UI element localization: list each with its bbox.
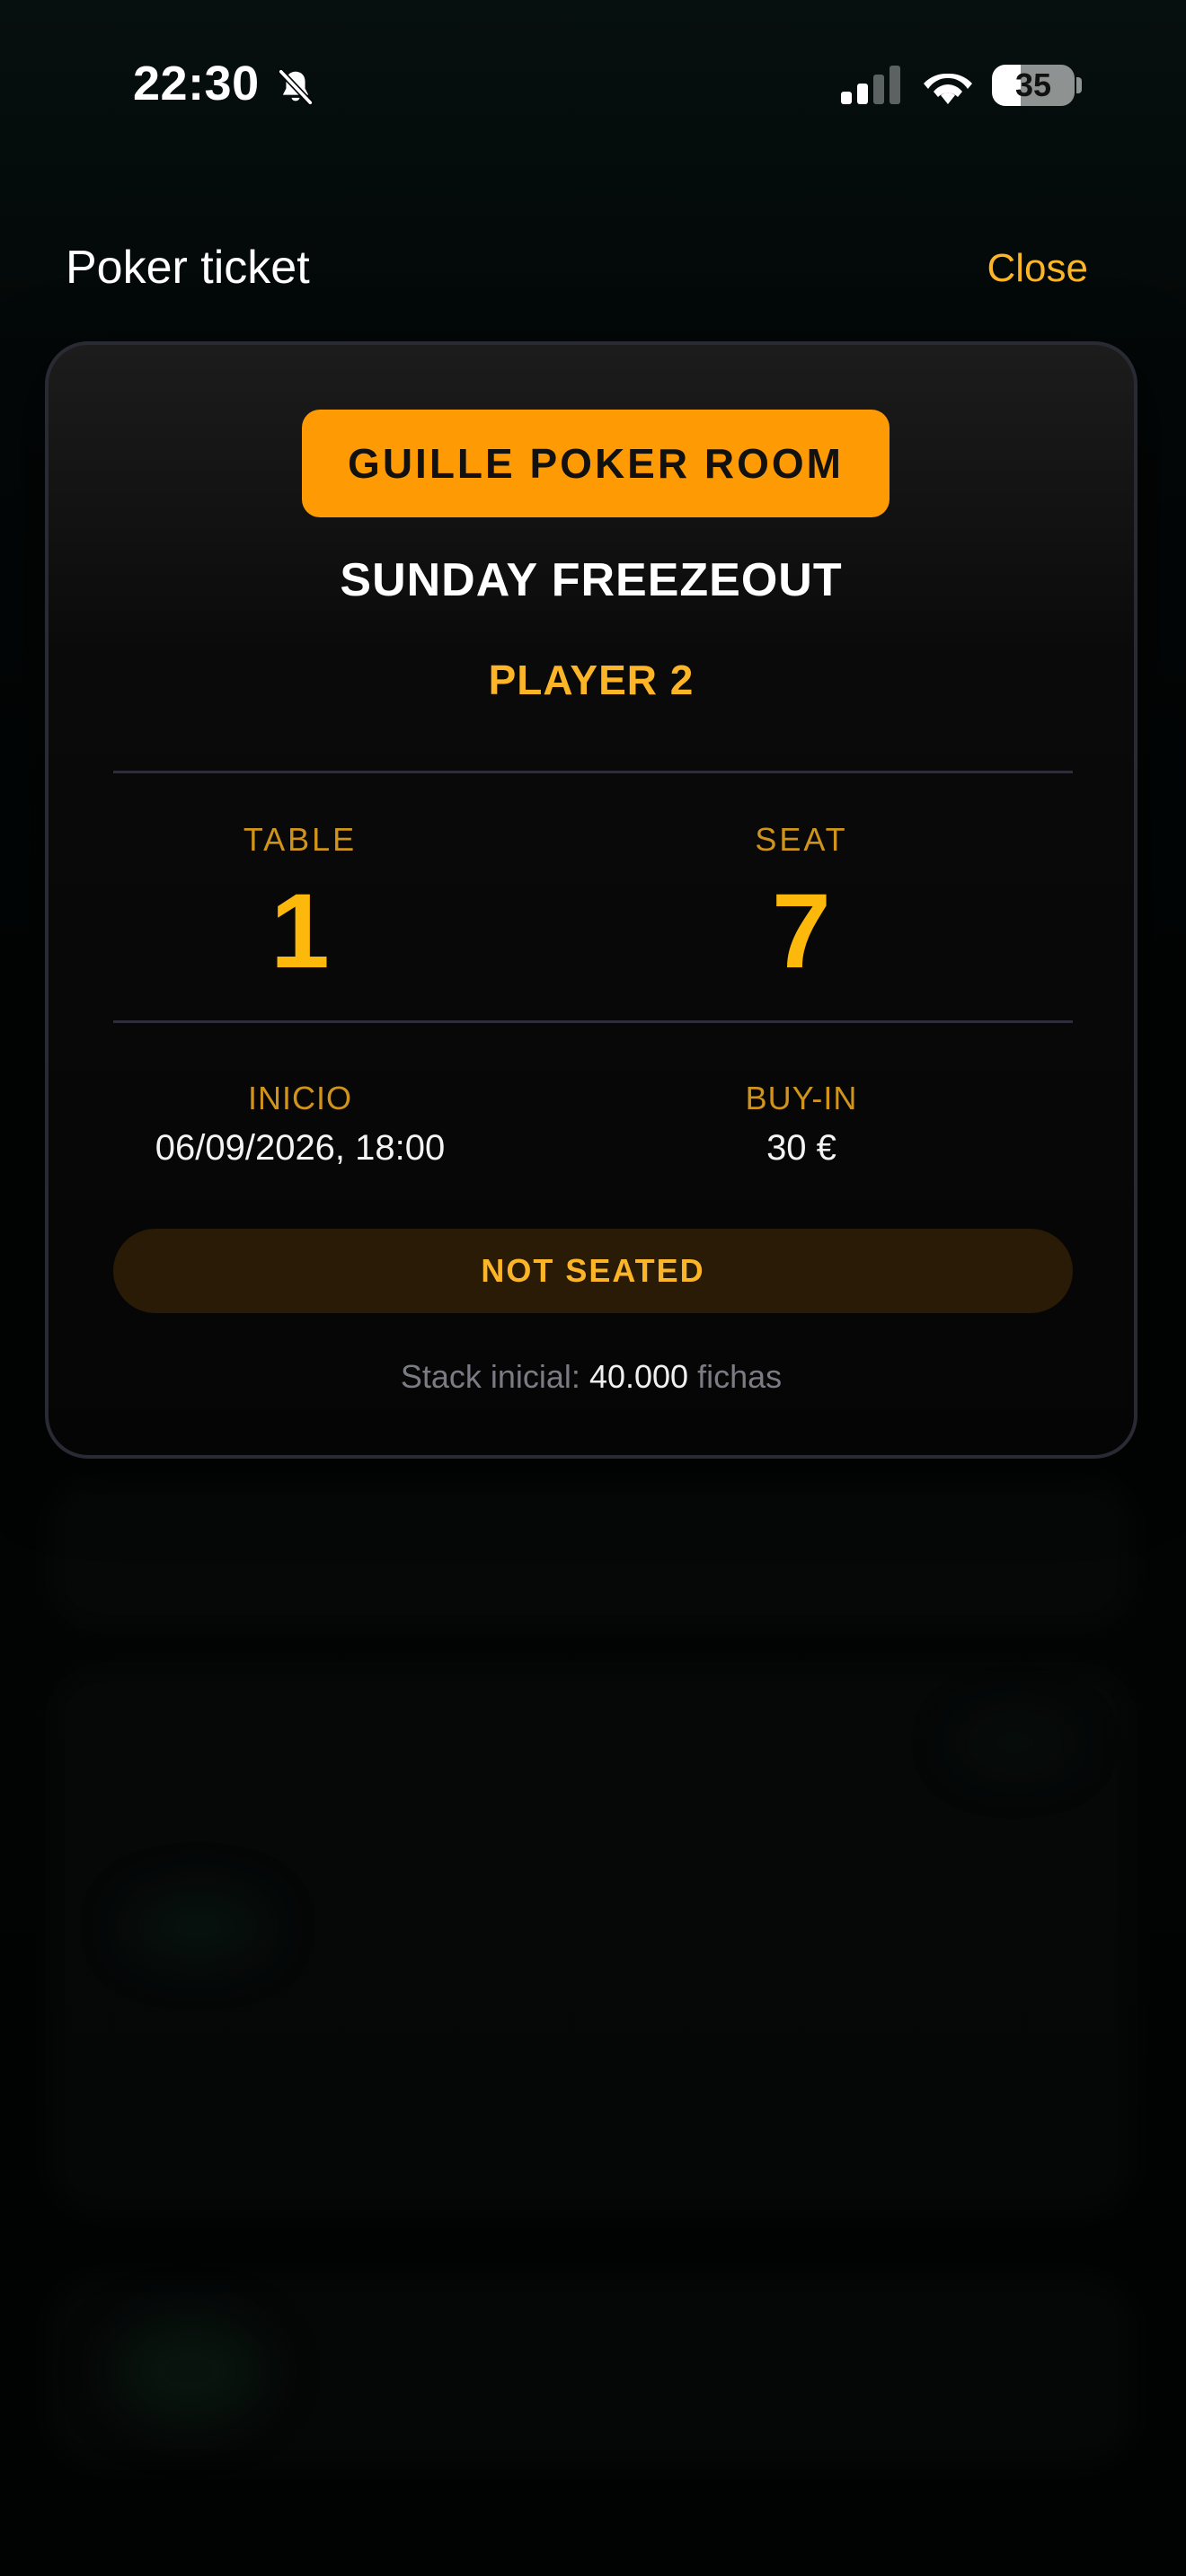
divider — [113, 1020, 1073, 1023]
stack-prefix: Stack inicial: — [400, 1358, 580, 1395]
close-button[interactable]: Close — [987, 246, 1089, 291]
background-accent-blob — [126, 1895, 270, 1958]
player-name: PLAYER 2 — [488, 657, 695, 703]
seat-status-badge: NOT SEATED — [113, 1229, 1073, 1313]
battery-nub — [1076, 77, 1082, 93]
wifi-icon — [924, 73, 972, 104]
seat-stat: SEAT 7 — [622, 821, 981, 984]
cellular-signal-icon — [841, 66, 900, 104]
start-info: INICIO 06/09/2026, 18:00 — [66, 1080, 534, 1169]
battery-icon: 35 — [992, 65, 1075, 106]
table-label: TABLE — [243, 821, 358, 858]
buyin-value: 30 € — [766, 1128, 836, 1168]
venue-badge: GUILLE POKER ROOM — [302, 410, 890, 517]
status-time: 22:30 — [133, 57, 260, 110]
starting-stack: Stack inicial: 40.000 fichas — [49, 1358, 1134, 1396]
table-stat: TABLE 1 — [120, 821, 480, 984]
background-accent-blob — [108, 2317, 270, 2425]
divider — [113, 771, 1073, 773]
start-label: INICIO — [247, 1080, 352, 1116]
stack-value: 40.000 — [589, 1358, 689, 1395]
event-name: SUNDAY FREEZEOUT — [340, 554, 843, 606]
start-value: 06/09/2026, 18:00 — [155, 1128, 446, 1168]
status-bar: 22:30 35 — [0, 0, 1186, 171]
stack-suffix: fichas — [697, 1358, 783, 1395]
page-title: Poker ticket — [66, 242, 310, 294]
background-card — [45, 1473, 1137, 1635]
seat-value: 7 — [772, 872, 831, 991]
bell-slash-icon — [278, 68, 314, 106]
background-accent-blob — [952, 1716, 1078, 1769]
seat-label: SEAT — [755, 821, 848, 858]
battery-level: 35 — [1014, 66, 1052, 103]
poker-ticket-card: GUILLE POKER ROOM SUNDAY FREEZEOUT PLAYE… — [45, 341, 1137, 1459]
buyin-label: BUY-IN — [745, 1080, 858, 1116]
table-value: 1 — [270, 872, 330, 991]
buyin-info: BUY-IN 30 € — [568, 1080, 1035, 1169]
